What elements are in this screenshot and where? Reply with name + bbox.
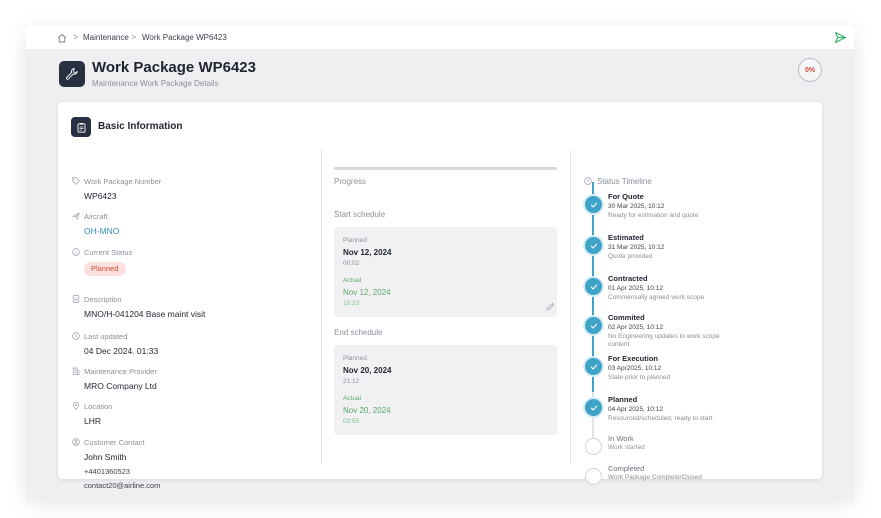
timeline-step-description: Quote provided <box>608 253 653 260</box>
field-value-location: LHR <box>84 416 102 426</box>
user-icon <box>72 438 80 446</box>
clock-icon <box>72 332 80 340</box>
start-actual-label: Actual <box>343 277 362 284</box>
card-title: Basic Information <box>98 121 183 132</box>
timeline-step-complete-icon <box>585 237 602 254</box>
start-schedule-label: Start schedule <box>334 210 386 219</box>
page-title: Work Package WP6423 <box>92 59 256 76</box>
progress-indicator: 0% <box>798 58 822 82</box>
end-schedule-label: End schedule <box>334 328 383 337</box>
breadcrumb-separator: > <box>131 32 137 42</box>
timeline-step-description: State prior to planned <box>608 374 671 381</box>
location-icon <box>72 402 80 410</box>
field-label-last-updated: Last updated <box>84 332 128 341</box>
timeline-step-title: Planned <box>608 395 638 404</box>
plane-icon <box>72 212 80 220</box>
start-planned-label: Planned <box>343 237 367 244</box>
field-label-aircraft: Aircraft <box>84 212 108 221</box>
field-label-description: Description <box>84 295 122 304</box>
end-actual-time: 02:55 <box>343 418 360 425</box>
app-window: > Maintenance > Work Package WP6423 Work… <box>26 26 854 500</box>
timeline-step-title: Contracted <box>608 274 648 283</box>
timeline-step-pending-icon <box>585 468 602 485</box>
clipboard-icon <box>71 117 91 137</box>
timeline-step-title: Estimated <box>608 233 644 242</box>
timeline-step-description: Work started <box>608 444 645 451</box>
breadcrumb: > Maintenance > Work Package WP6423 <box>26 26 854 49</box>
timeline-step-complete-icon <box>585 358 602 375</box>
send-icon[interactable] <box>834 31 847 44</box>
end-actual-date: Nov 20, 2024 <box>343 406 391 415</box>
building-icon <box>72 367 80 375</box>
breadcrumb-separator: > <box>73 32 79 42</box>
timeline-step-title: Commited <box>608 313 645 322</box>
field-value-customer-contact: John Smith <box>84 452 127 462</box>
timeline-step-description: Work Package Complete/Closed <box>608 474 702 481</box>
timeline-step-date: 01 Apr 2025, 10:12 <box>608 285 663 292</box>
timeline-step-date: 30 Mar 2025, 10:12 <box>608 203 665 210</box>
contact-email[interactable]: contact20@airline.com <box>84 481 160 490</box>
info-icon <box>72 248 80 256</box>
timeline-step-date: 03 Apr2025, 10:12 <box>608 365 662 372</box>
contact-phone[interactable]: +4401360523 <box>84 467 130 476</box>
timeline-step-title: Completed <box>608 464 645 473</box>
field-label-location: Location <box>84 402 113 411</box>
field-value-description: MNO/H-041204 Base maint visit <box>84 309 206 319</box>
field-value-maintenance-provider: MRO Company Ltd <box>84 381 157 391</box>
start-planned-time: 00:02 <box>343 260 360 267</box>
timeline-step-complete-icon <box>585 278 602 295</box>
timeline-step-description: No Engineering updates to work scope con… <box>608 333 720 348</box>
field-label-current-status: Current Status <box>84 248 133 257</box>
start-actual-time: 15:23 <box>343 300 360 307</box>
aircraft-link[interactable]: OH-MNO <box>84 226 119 236</box>
start-planned-date: Nov 12, 2024 <box>343 248 392 257</box>
column-divider <box>321 150 322 464</box>
status-badge: Planned <box>84 262 126 276</box>
page-subtitle: Maintenance Work Package Details <box>92 79 219 88</box>
timeline-step-description: Commercially agreed work scope <box>608 294 705 301</box>
timeline-step-date: 02 Apr 2025, 10:12 <box>608 324 663 331</box>
breadcrumb-item-maintenance[interactable]: Maintenance <box>83 26 129 49</box>
timeline-step-complete-icon <box>585 317 602 334</box>
timeline-step-title: For Quote <box>608 192 644 201</box>
timeline-step-title: In Work <box>608 434 634 443</box>
timeline-step-title: For Execution <box>608 354 659 363</box>
timeline-step-date: 04 Apr 2025, 10:12 <box>608 406 663 413</box>
document-icon <box>72 295 80 303</box>
status-timeline-label: Status Timeline <box>597 177 652 186</box>
wrench-icon <box>59 61 85 87</box>
timeline-step-pending-icon <box>585 438 602 455</box>
end-planned-date: Nov 20, 2024 <box>343 366 392 375</box>
clock-icon <box>584 177 592 185</box>
timeline-step-description: Resourced/scheduled, ready to start <box>608 415 713 422</box>
home-icon[interactable] <box>57 33 67 43</box>
basic-information-card: Basic Information Work Package Number WP… <box>58 102 822 490</box>
end-planned-time: 21:12 <box>343 378 360 385</box>
end-planned-label: Planned <box>343 355 367 362</box>
field-value-last-updated: 04 Dec 2024. 01:33 <box>84 346 159 356</box>
progress-bar <box>334 167 557 170</box>
field-label-maintenance-provider: Maintenance Provider <box>84 367 157 376</box>
end-actual-label: Actual <box>343 395 362 402</box>
pencil-icon[interactable] <box>546 302 555 311</box>
timeline-step-complete-icon <box>585 196 602 213</box>
start-schedule-box: Planned Nov 12, 2024 00:02 Actual Nov 12… <box>334 227 557 317</box>
timeline-step-complete-icon <box>585 399 602 416</box>
field-value-work-package-number: WP6423 <box>84 191 117 201</box>
column-divider <box>570 150 571 464</box>
field-label-customer-contact: Customer Contact <box>84 438 145 447</box>
tag-icon <box>72 177 80 185</box>
breadcrumb-item-current: Work Package WP6423 <box>142 33 227 42</box>
timeline-step-description: Ready for estimation and quote <box>608 212 699 219</box>
start-actual-date: Nov 12, 2024 <box>343 288 391 297</box>
field-label-work-package-number: Work Package Number <box>84 177 162 186</box>
progress-label: Progress <box>334 177 367 186</box>
end-schedule-box: Planned Nov 20, 2024 21:12 Actual Nov 20… <box>334 345 557 435</box>
timeline-step-date: 31 Mar 2025, 10:12 <box>608 244 665 251</box>
